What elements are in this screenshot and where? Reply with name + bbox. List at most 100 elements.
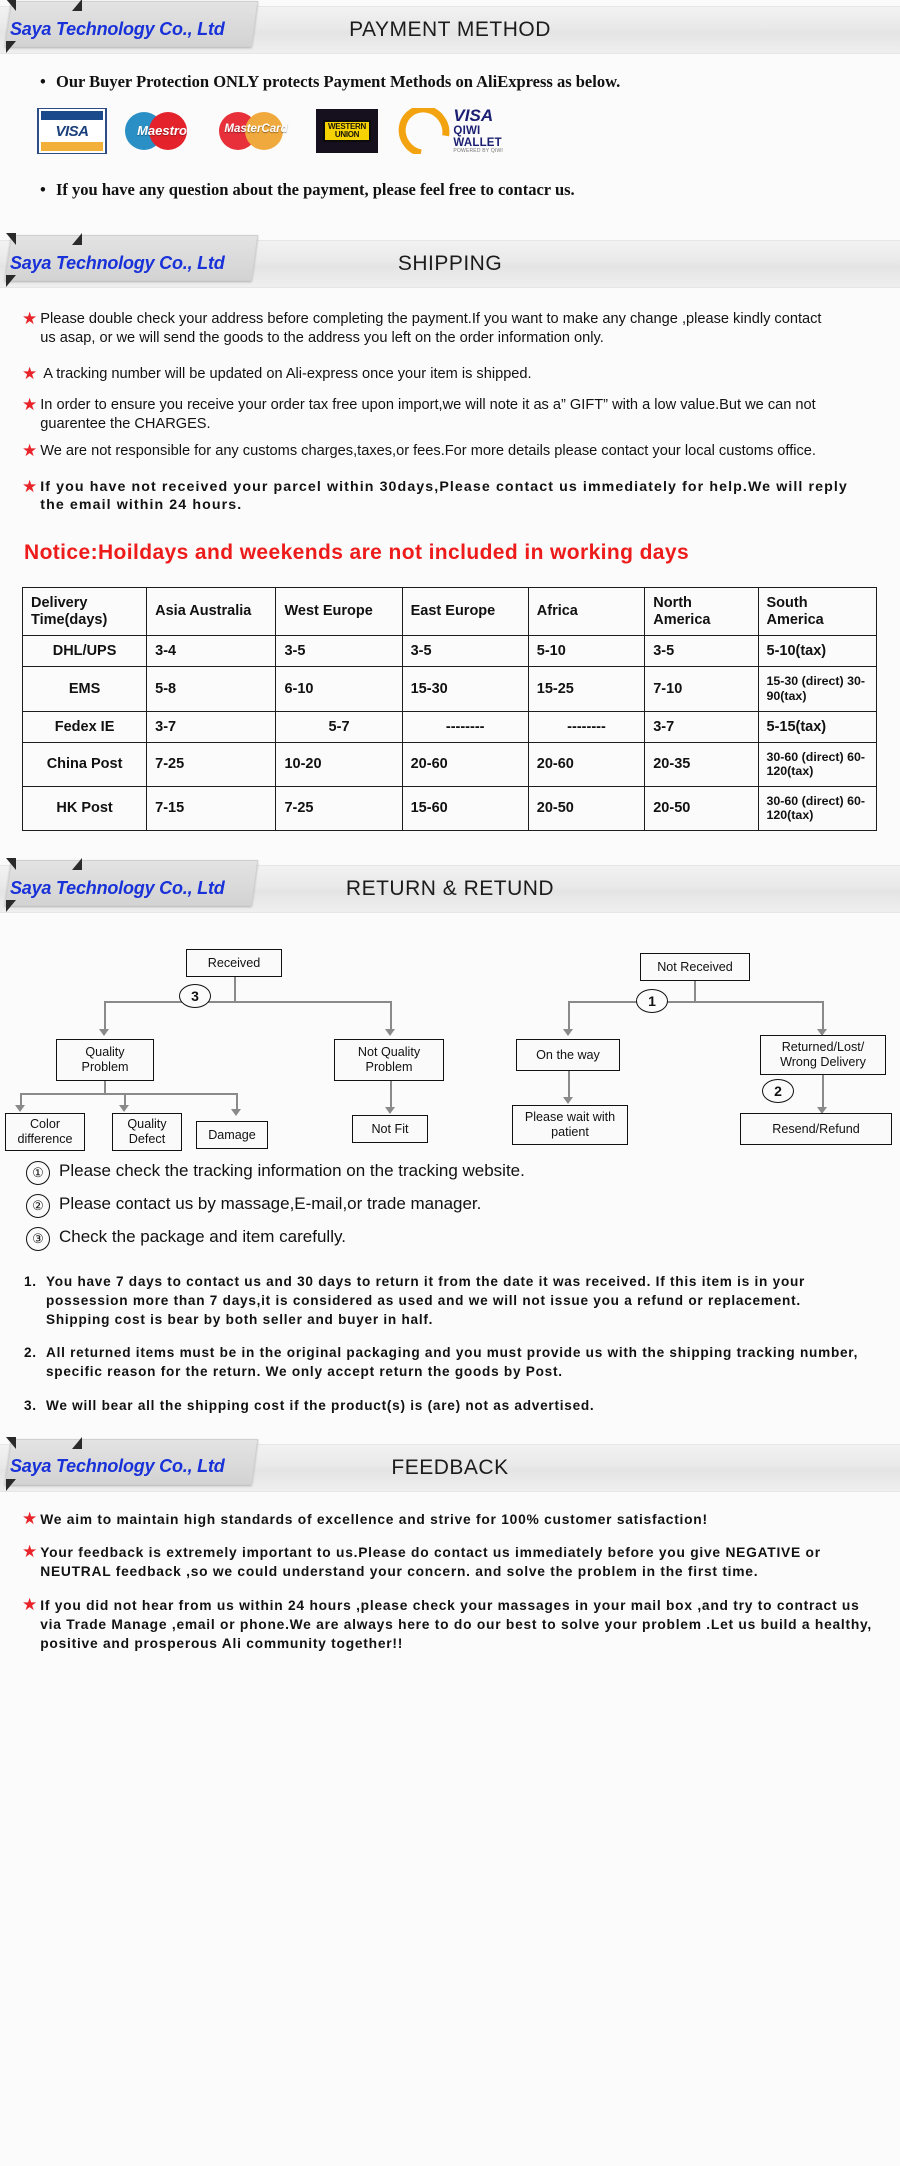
table-header-row: Delivery Time(days) Asia Australia West … [21,586,877,637]
western-union-line2: UNION [334,130,360,139]
delivery-time-table: Delivery Time(days) Asia Australia West … [21,586,877,832]
ribbon-fold-icon [6,233,16,245]
table-cell: 3-7 [644,710,759,743]
flow-node-not-fit: Not Fit [352,1115,428,1144]
flow-connector [822,1075,824,1108]
flow-arrow-icon [563,1029,573,1037]
table-cell: 5-10 [527,635,646,668]
flow-connector [390,1001,392,1030]
table-header-cell: Africa [527,586,646,637]
flow-node-not-received: Not Received [640,953,750,982]
ribbon-fold-icon [72,1436,82,1449]
flow-node-quality-problem: Quality Problem [56,1039,154,1082]
flow-node-on-the-way: On the way [516,1039,620,1072]
policy-text: You have 7 days to contact us and 30 day… [46,1274,806,1327]
shipping-item-text: Please double check your address before … [40,311,822,347]
feedback-item: ★ If you did not hear from us within 24 … [22,1596,900,1654]
table-row: China Post 7-25 10-20 20-60 20-60 20-35 … [21,741,877,787]
policy-number: 2. [24,1345,37,1361]
maestro-logo-text: Maestro [137,123,187,138]
flow-connector [20,1093,22,1106]
return-policy-item: 3. We will bear all the shipping cost if… [24,1397,900,1416]
note-text: Please contact us by massage,E-mail,or t… [59,1194,482,1214]
mastercard-logo: MasterCard [216,108,300,154]
return-note-item: ② Please contact us by massage,E-mail,or… [26,1194,900,1219]
note-number-badge: ② [26,1194,50,1219]
note-text: Check the package and item carefully. [59,1227,346,1247]
maestro-logo: Maestro [122,108,202,154]
flow-connector [104,1081,106,1094]
feedback-text: We aim to maintain high standards of exc… [40,1511,708,1527]
feedback-item: ★ We aim to maintain high standards of e… [22,1510,900,1529]
flow-connector [124,1093,126,1106]
flow-node-quality-defect: Quality Defect [112,1113,182,1152]
star-icon: ★ [22,1594,38,1614]
star-icon: ★ [22,1508,38,1528]
table-row: EMS 5-8 6-10 15-30 15-25 7-10 15-30 (dir… [21,666,877,712]
flow-connector [568,1001,822,1003]
table-cell-carrier: EMS [21,666,148,712]
table-cell: 3-4 [146,635,277,668]
table-cell: 20-35 [644,741,759,787]
table-cell: 30-60 (direct) 60-120(tax) [757,785,877,832]
shipping-item-text: In order to ensure you receive your orde… [40,396,816,432]
shipping-item-text: If you have not received your parcel wit… [40,478,848,514]
shipping-item: ★ A tracking number will be updated on A… [22,365,900,384]
flow-node-returned-lost: Returned/Lost/ Wrong Delivery [760,1035,886,1076]
star-icon: ★ [22,1541,38,1561]
flow-badge-3: 3 [179,984,211,1009]
table-header-cell: North America [644,586,759,637]
feedback-item: ★ Your feedback is extremely important t… [22,1543,900,1582]
flow-arrow-icon [15,1105,25,1113]
table-cell: 20-50 [527,785,646,832]
qiwi-powered-text: POWERED BY QIWI [453,148,504,154]
brand-name: Saya Technology Co., Ltd [10,18,225,39]
brand-name: Saya Technology Co., Ltd [10,252,225,273]
flow-node-received: Received [186,949,282,978]
shipping-item: ★ Please double check your address befor… [22,310,900,349]
table-cell-carrier: HK Post [21,785,148,832]
star-icon: ★ [22,363,38,383]
feedback-text: Your feedback is extremely important to … [40,1544,821,1580]
star-icon: ★ [22,441,38,461]
flow-badge-1: 1 [636,989,668,1014]
table-cell: 7-10 [644,666,759,712]
brand-name: Saya Technology Co., Ltd [10,1456,225,1477]
qiwi-visa-text: VISA [453,108,494,126]
return-flow-diagram: Received 3 Quality Problem Not Quality P… [0,935,900,1152]
flow-connector [694,981,696,1002]
table-cell: 15-25 [527,666,646,712]
table-cell: 5-7 [275,710,403,743]
note-number-badge: ③ [26,1227,50,1252]
ribbon-fold-icon [6,1436,16,1449]
ribbon-fold-icon [72,0,82,11]
shipping-item: ★ If you have not received your parcel w… [22,478,900,515]
table-cell: 3-7 [146,710,277,743]
flow-connector [104,1001,390,1003]
section-banner-shipping: Saya Technology Co., Ltd SHIPPING [0,233,900,288]
flow-arrow-icon [385,1107,395,1115]
policy-text: All returned items must be in the origin… [46,1345,859,1380]
visa-logo-text: VISA [55,122,89,140]
ribbon-fold-icon [72,858,82,871]
mastercard-logo-text: MasterCard [224,123,288,135]
table-cell: 3-5 [275,635,403,668]
table-header-cell: East Europe [401,586,529,637]
shipping-notice: Notice:Hoildays and weekends are not inc… [24,540,690,564]
table-header-cell: Asia Australia [146,586,277,637]
star-icon: ★ [22,394,38,414]
table-cell-carrier: China Post [21,741,148,787]
payment-bullet-1: • Our Buyer Protection ONLY protects Paym… [40,72,621,91]
feedback-text: If you did not hear from us within 24 ho… [40,1597,873,1652]
table-cell-carrier: DHL/UPS [21,635,148,668]
table-cell-carrier: Fedex IE [21,710,148,743]
star-icon: ★ [22,476,38,496]
note-text: Please check the tracking information on… [59,1161,525,1181]
section-banner-returns: Saya Technology Co., Ltd RETURN & RETUND [0,858,900,914]
shipping-item: ★ In order to ensure you receive your or… [22,396,900,435]
table-cell: 7-25 [275,785,403,832]
table-cell: 3-5 [644,635,759,668]
product-description-page: Saya Technology Co., Ltd PAYMENT METHOD … [0,0,900,2166]
ribbon-fold-icon [6,858,16,871]
return-note-item: ① Please check the tracking information … [26,1161,900,1186]
